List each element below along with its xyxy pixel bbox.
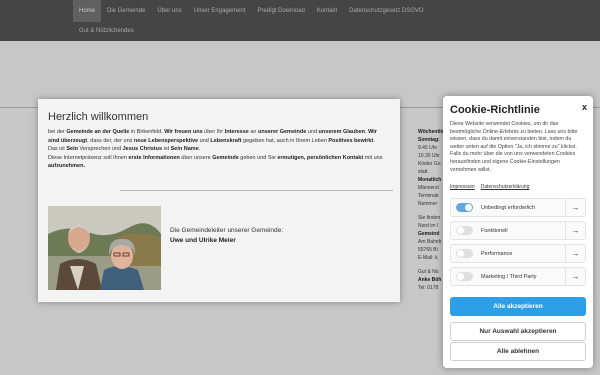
welcome-modal: Herzlich willkommen bei der Gemeinde an … <box>38 99 400 302</box>
body-text: und <box>198 137 211 144</box>
body-text: über Ihr <box>202 129 225 135</box>
arrow-right-icon[interactable]: → <box>565 222 585 239</box>
body-text: mit uns <box>363 154 383 161</box>
emphasis-text: erste Informationen <box>128 154 180 161</box>
toggle-performance[interactable] <box>456 249 473 258</box>
body-text: an <box>248 129 259 135</box>
emphasis-text: unserem Glauben <box>318 129 366 135</box>
category-label: Marketing / Third Party <box>481 273 537 280</box>
welcome-paragraph-2: Diese Internetpräsenz soll Ihnen erste I… <box>48 155 382 170</box>
emphasis-text: Jesus Christus <box>122 146 163 153</box>
cookie-description: Diese Website verwendet Cookies, um dir … <box>450 121 578 173</box>
category-performance[interactable]: Performance → <box>450 244 586 263</box>
body-text: geben und Sie <box>238 154 278 161</box>
welcome-text: bei der Gemeinde an der Quelle in Birken… <box>48 128 384 171</box>
caption-text: Die Gemeindeleiter unserer Gemeinde: <box>170 227 284 234</box>
category-label: Performance <box>481 250 513 257</box>
welcome-divider <box>120 190 393 191</box>
photo-caption: Die Gemeindeleiter unserer Gemeinde: Uwe… <box>170 226 283 245</box>
emphasis-text: Gemeinde <box>212 154 239 161</box>
emphasis-text: Sein <box>66 146 78 153</box>
couple-portrait-photo <box>48 206 161 290</box>
emphasis-text: Gemeinde an der Quelle <box>66 129 130 135</box>
category-marketing[interactable]: Marketing / Third Party → <box>450 267 586 286</box>
emphasis-text: ermutigen, persönlichen Kontakt <box>277 154 364 161</box>
arrow-right-icon[interactable]: → <box>565 245 585 262</box>
arrow-right-icon[interactable]: → <box>565 268 585 285</box>
accept-selection-button[interactable]: Nur Auswahl akzeptieren <box>450 322 586 341</box>
emphasis-text: aufzunehmen. <box>48 163 85 170</box>
body-text: Diese Internetpräsenz soll Ihnen <box>48 154 129 161</box>
body-text: über unsere <box>179 154 213 161</box>
emphasis-text: Sein Name <box>170 146 199 153</box>
body-text: bei der <box>48 129 67 135</box>
emphasis-text: Interesse <box>224 129 249 135</box>
cookie-links: Impressum Datenschutzerklärung <box>450 184 529 190</box>
welcome-title: Herzlich willkommen <box>48 111 149 123</box>
body-text: Versprechen und <box>77 146 123 153</box>
body-text: ist <box>162 146 171 153</box>
emphasis-text: Wir freuen uns <box>164 129 203 135</box>
toggle-marketing[interactable] <box>456 272 473 281</box>
privacy-link[interactable]: Datenschutzerklärung <box>481 184 530 190</box>
body-text: in Birkenfeld. <box>129 129 165 135</box>
emphasis-text: Positives bewirkt <box>328 137 374 144</box>
category-label: Funktionell <box>481 227 508 234</box>
cookie-consent-panel: Cookie-Richtlinie x Diese Website verwen… <box>443 96 593 368</box>
category-necessary[interactable]: Unbedingt erforderlich → <box>450 198 586 217</box>
close-icon[interactable]: x <box>582 102 587 112</box>
reject-all-button[interactable]: Alle ablehnen <box>450 342 586 361</box>
emphasis-text: unserer Gemeinde <box>258 129 307 135</box>
couple-portrait-image <box>48 206 161 290</box>
welcome-paragraph-1: bei der Gemeinde an der Quelle in Birken… <box>48 129 377 152</box>
cookie-title: Cookie-Richtlinie <box>450 104 540 116</box>
emphasis-text: neue Lebensperspektive <box>133 137 199 144</box>
leader-names: Uwe und Ulrike Meier <box>170 236 236 244</box>
body-text: gegeben hat, auch in Ihrem Leben <box>241 137 329 144</box>
body-text: . <box>198 146 201 153</box>
emphasis-text: Lebenskraft <box>210 137 242 144</box>
toggle-necessary[interactable] <box>456 203 473 212</box>
category-label: Unbedingt erforderlich <box>481 204 536 211</box>
accept-all-button[interactable]: Alle akzeptieren <box>450 297 586 316</box>
toggle-functional[interactable] <box>456 226 473 235</box>
body-text: , dass der, der uns <box>87 137 134 144</box>
body-text: und <box>306 129 319 135</box>
imprint-link[interactable]: Impressum <box>450 184 475 190</box>
arrow-right-icon[interactable]: → <box>565 199 585 216</box>
category-functional[interactable]: Funktionell → <box>450 221 586 240</box>
